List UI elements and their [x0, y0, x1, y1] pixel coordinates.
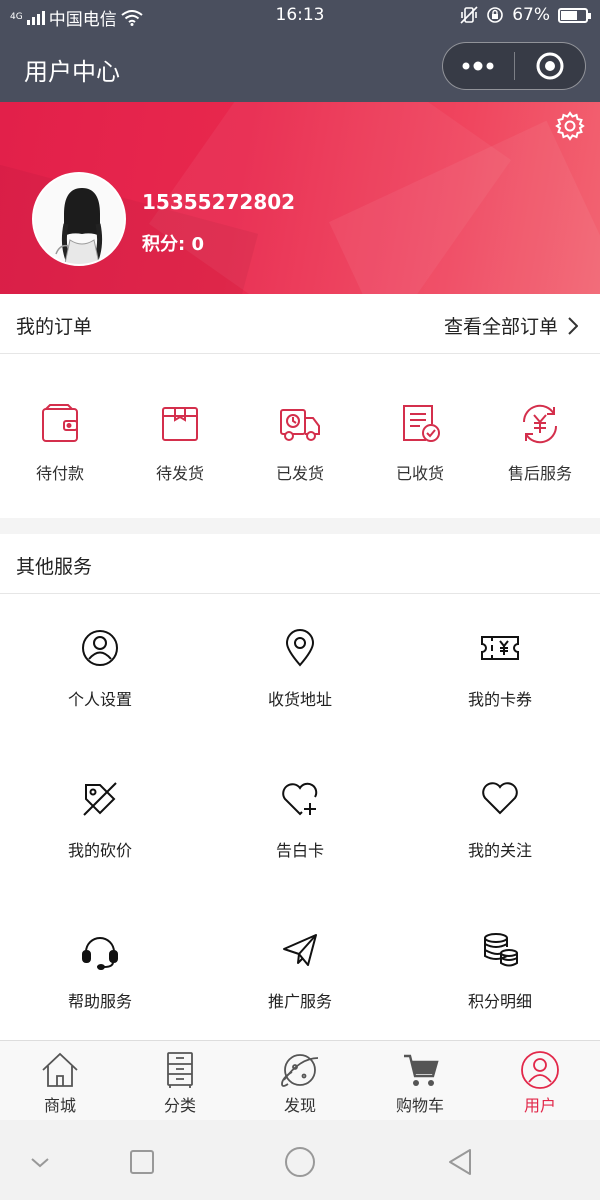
battery-percent: 67%: [512, 5, 550, 25]
user-phone: 15355272802: [142, 190, 296, 214]
planet-icon: [281, 1054, 319, 1087]
orders-header: 我的订单 查看全部订单: [0, 294, 600, 354]
page-title: 用户中心: [24, 58, 120, 86]
service-label: 个人设置: [67, 690, 132, 709]
order-item-label: 已收货: [395, 464, 444, 483]
avatar-image: [34, 174, 124, 264]
tab-discover[interactable]: 发现: [240, 1041, 360, 1120]
title-bar: 用户中心: [0, 32, 600, 102]
service-shipping-address[interactable]: 收货地址: [200, 594, 400, 745]
avatar[interactable]: [32, 172, 126, 266]
location-icon: [285, 629, 315, 667]
coins-icon: [484, 933, 518, 967]
service-label: 告白卡: [275, 841, 324, 860]
tab-label: 商城: [43, 1096, 76, 1115]
order-status-row: 待付款 待发货 已发货 已收货 售后服务: [0, 354, 600, 518]
tab-mall[interactable]: 商城: [0, 1041, 120, 1120]
service-my-coupons[interactable]: 我的卡券: [400, 594, 600, 745]
service-label: 我的卡券: [467, 690, 532, 709]
service-label: 积分明细: [467, 992, 532, 1011]
headset-icon: [82, 937, 118, 970]
service-label: 推广服务: [267, 992, 332, 1011]
order-item-label: 已发货: [275, 464, 324, 483]
paper-plane-icon: [283, 934, 317, 966]
recent-apps-icon[interactable]: [124, 1144, 160, 1180]
tab-label: 分类: [163, 1096, 196, 1115]
heart-plus-icon: [282, 782, 318, 816]
tab-cart[interactable]: 购物车: [360, 1041, 480, 1120]
more-button[interactable]: [443, 43, 514, 89]
tag-icon: [83, 782, 117, 816]
services-header: 其他服务: [0, 534, 600, 594]
tab-label: 发现: [283, 1096, 316, 1115]
truck-icon: [280, 409, 320, 441]
order-pending-payment[interactable]: 待付款: [0, 354, 120, 518]
service-my-bargains[interactable]: 我的砍价: [0, 745, 200, 896]
order-item-label: 售后服务: [507, 464, 572, 483]
service-points-detail[interactable]: 积分明细: [400, 896, 600, 1047]
services-grid: 个人设置 收货地址 我的卡券 我的砍价 告白卡 我的关注 帮助服务 推广服务 积…: [0, 594, 600, 1047]
status-right: 67%: [460, 5, 591, 25]
battery-fill: [561, 10, 577, 20]
points-value: 0: [191, 234, 205, 255]
services-card: 其他服务 个人设置 收货地址 我的卡券 我的砍价 告白卡 我的关注 帮助服务 推…: [0, 534, 600, 1040]
package-icon: [162, 407, 198, 441]
received-icon: [403, 405, 440, 442]
service-label: 帮助服务: [67, 992, 132, 1011]
order-after-sales[interactable]: 售后服务: [480, 354, 600, 518]
service-label: 收货地址: [267, 690, 332, 709]
cart-icon: [404, 1054, 439, 1086]
points-label: 积分:: [142, 234, 186, 255]
view-all-orders-link[interactable]: 查看全部订单: [444, 312, 578, 339]
heart-icon: [482, 782, 518, 815]
user-points: 积分: 0: [142, 230, 204, 256]
profile-banner: 15355272802 积分: 0: [0, 102, 600, 294]
status-bar: 4G 中国电信 16:13 67%: [0, 0, 600, 32]
back-triangle-icon[interactable]: [442, 1144, 478, 1180]
tab-label: 购物车: [395, 1096, 444, 1115]
order-pending-shipment[interactable]: 待发货: [120, 354, 240, 518]
tab-user[interactable]: 用户: [480, 1041, 600, 1120]
order-item-label: 待付款: [35, 464, 84, 483]
orders-heading: 我的订单: [16, 316, 93, 338]
refund-icon: [522, 404, 558, 444]
coupon-icon: [481, 636, 519, 660]
user-circle-icon: [521, 1051, 559, 1089]
home-circle-icon[interactable]: [282, 1144, 318, 1180]
tab-category[interactable]: 分类: [120, 1041, 240, 1120]
order-received[interactable]: 已收货: [360, 354, 480, 518]
service-help[interactable]: 帮助服务: [0, 896, 200, 1047]
tab-label: 用户: [523, 1096, 556, 1115]
chevron-right-icon: [568, 316, 578, 335]
service-my-follows[interactable]: 我的关注: [400, 745, 600, 896]
cabinet-icon: [167, 1052, 193, 1088]
view-all-orders-label: 查看全部订单: [443, 316, 558, 338]
order-item-label: 待发货: [155, 464, 204, 483]
bottom-tab-bar: 商城 分类 发现 购物车 用户: [0, 1040, 600, 1120]
service-label: 我的砍价: [67, 841, 132, 860]
system-nav-bar: [0, 1120, 600, 1200]
orders-card: 我的订单 查看全部订单 待付款 待发货 已发货 已收货 售后服务: [0, 294, 600, 518]
wallet-icon: [42, 404, 78, 442]
target-close-icon: [536, 52, 564, 80]
service-label: 我的关注: [467, 841, 532, 860]
close-miniprogram-button[interactable]: [515, 43, 586, 89]
user-icon: [82, 630, 118, 666]
vibrate-icon: [460, 6, 478, 24]
order-shipped[interactable]: 已发货: [240, 354, 360, 518]
rotation-lock-icon: [487, 7, 504, 23]
chevron-down-icon[interactable]: [22, 1144, 58, 1180]
home-icon: [42, 1052, 78, 1087]
more-icon: [462, 61, 494, 71]
services-heading: 其他服务: [16, 556, 93, 578]
battery-icon: [558, 7, 591, 23]
service-promotion[interactable]: 推广服务: [200, 896, 400, 1047]
service-love-card[interactable]: 告白卡: [200, 745, 400, 896]
service-personal-settings[interactable]: 个人设置: [0, 594, 200, 745]
settings-gear-icon[interactable]: [554, 110, 586, 142]
miniprogram-capsule: [442, 42, 586, 90]
